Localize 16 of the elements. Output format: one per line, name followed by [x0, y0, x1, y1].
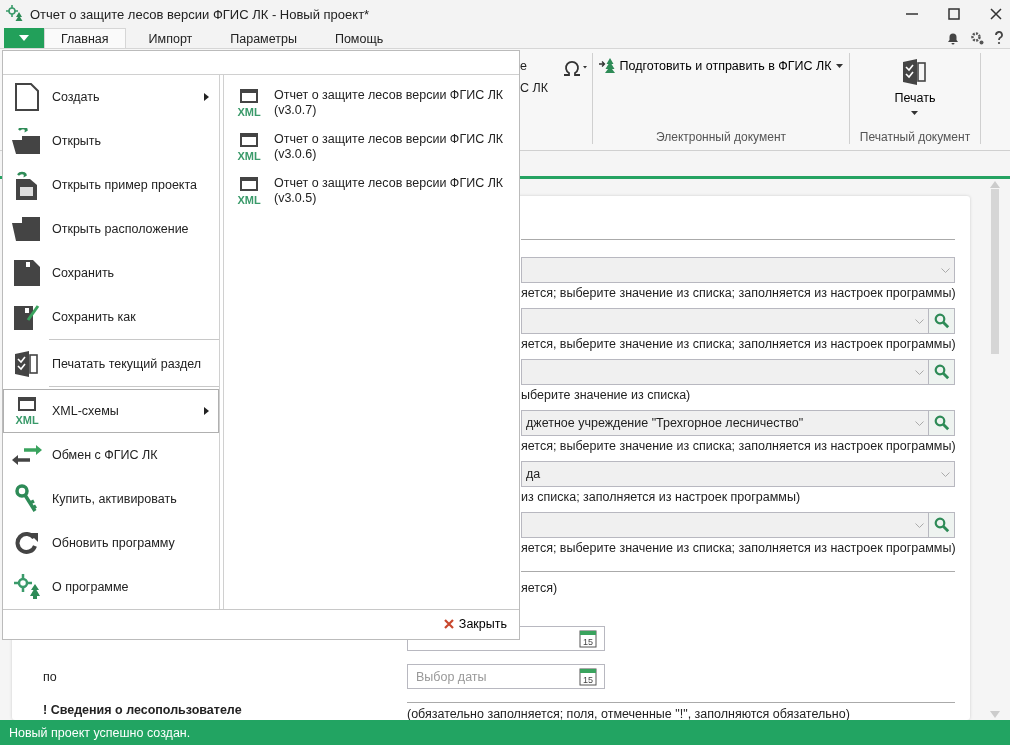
field-hint: из списка; заполняется из настроек программы)	[521, 490, 802, 504]
window-title: Отчет о защите лесов версии ФГИС ЛК - Новый проект*	[30, 6, 370, 22]
field-hint: яется, выберите значение из списка; заполняется из настроек программы)	[521, 337, 957, 351]
ribbon-button-label: е	[520, 59, 528, 73]
group-label: Электронный документ	[656, 130, 786, 144]
field-hint: ыберите значение из списка)	[521, 388, 692, 402]
field-label: по	[43, 669, 57, 684]
field-hint: яется; выберите значение из списка; заполняется из настроек программы)	[521, 439, 957, 453]
field-hint: яется; выберите значение из списка; заполняется из настроек программы)	[521, 286, 957, 300]
section-hint: (обязательно заполняется; поля, отмеченные "!", заполняются обязательно)	[407, 707, 850, 720]
section-title: ! Сведения о лесопользователе	[42, 703, 243, 717]
ribbon-button-label: С ЛК	[520, 81, 548, 95]
status-bar: Новый проект успешно создан.	[0, 720, 1010, 745]
group-label: Печатный документ	[859, 130, 971, 144]
field-hint: яется; выберите значение из списка; заполняется из настроек программы)	[521, 541, 957, 555]
field-hint: яется)	[521, 581, 559, 595]
